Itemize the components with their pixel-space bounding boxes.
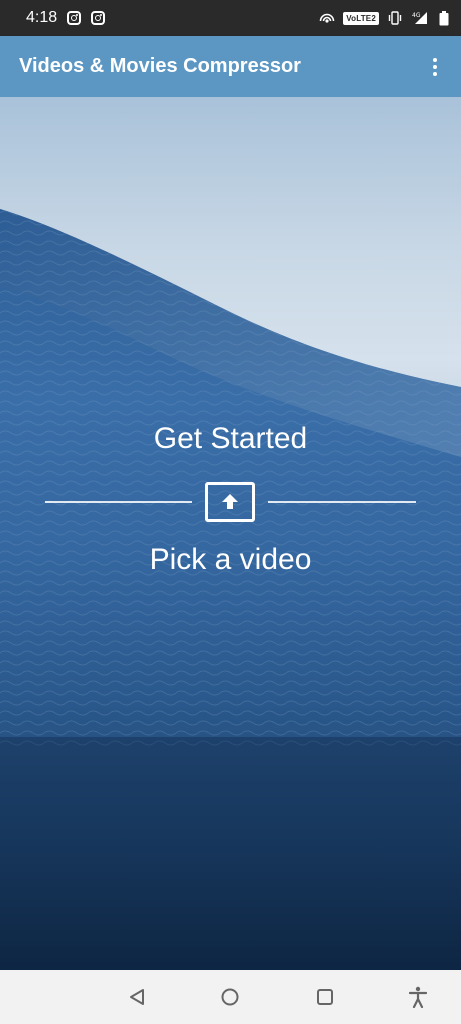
divider-right (268, 501, 416, 503)
upload-icon (222, 494, 238, 509)
instagram-icon (67, 11, 82, 25)
signal-4g-icon: 4G (412, 12, 427, 24)
status-bar: 4:18 VoLTE2 4G (0, 0, 461, 36)
hotspot-icon (319, 13, 335, 23)
vibrate-icon (388, 11, 402, 25)
get-started-heading: Get Started (153, 422, 308, 455)
svg-text:4G: 4G (412, 12, 421, 19)
divider-left (45, 501, 192, 503)
pick-video-button[interactable] (205, 482, 255, 522)
recents-icon[interactable] (312, 984, 338, 1010)
status-time: 4:18 (26, 9, 58, 26)
accessibility-icon[interactable] (405, 984, 431, 1010)
instagram-icon (91, 11, 106, 25)
battery-icon (439, 10, 449, 25)
nav-bar (0, 970, 461, 1024)
home-icon[interactable] (217, 984, 243, 1010)
pick-video-label[interactable]: Pick a video (0, 543, 461, 577)
app-bar: Videos & Movies Compressor (0, 36, 461, 97)
app-title: Videos & Movies Compressor (19, 55, 301, 77)
volte-badge: VoLTE2 (343, 11, 379, 25)
more-vert-icon[interactable] (419, 47, 451, 87)
content-area: Get Started Pick a video (0, 97, 461, 970)
ocean-wave-image (0, 209, 461, 970)
back-icon[interactable] (124, 984, 150, 1010)
